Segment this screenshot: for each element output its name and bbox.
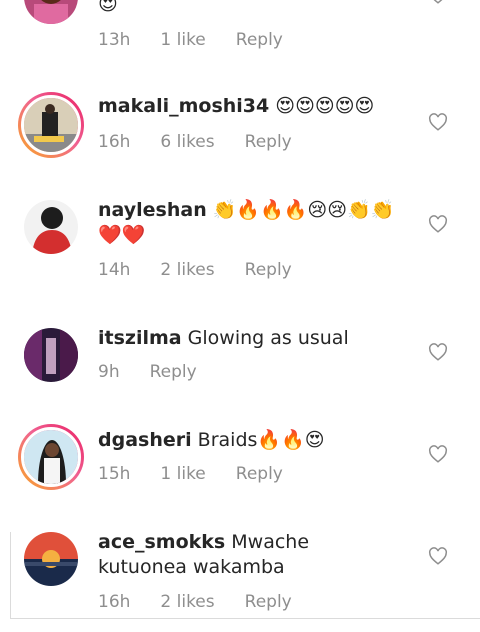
avatar[interactable] (24, 0, 78, 24)
comment-time: 14h (98, 260, 131, 280)
comment-likes[interactable]: 2 likes (160, 592, 214, 612)
avatar[interactable] (24, 200, 78, 254)
comment-username[interactable]: dgasheri (98, 429, 192, 451)
avatar-image (24, 328, 78, 382)
comment-time: 16h (98, 132, 131, 152)
heart-icon[interactable] (428, 113, 448, 131)
comment-likes[interactable]: 6 likes (160, 132, 214, 152)
comment-body: Glowing as usual (181, 327, 349, 349)
comment-likes[interactable]: 1 like (160, 30, 205, 50)
avatar-image (24, 98, 78, 152)
avatar-image (24, 0, 78, 24)
comment-username[interactable]: ace_smokks (98, 531, 225, 553)
comment-username[interactable]: itszilma (98, 327, 182, 349)
avatar-image (24, 532, 78, 586)
avatar-image (24, 430, 78, 484)
comment-text: ace_smokks Mwache kutuonea wakamba (98, 530, 398, 580)
comment-time: 13h (98, 30, 131, 50)
avatar[interactable] (24, 532, 78, 586)
comment-text: itszilma Glowing as usual (98, 326, 398, 351)
reply-button[interactable]: Reply (150, 362, 197, 382)
comment-text: dgasheri Braids🔥🔥😍 (98, 428, 398, 453)
comment-meta: 9h Reply (98, 362, 227, 382)
comment-likes[interactable]: 1 like (160, 464, 205, 484)
avatar[interactable] (18, 424, 84, 490)
comment-body: 😍😍😍😍😍 (269, 95, 375, 117)
comment-meta: 15h 1 like Reply (98, 464, 313, 484)
comment-emoji: 😍 (98, 0, 118, 15)
comment-username[interactable]: nayleshan (98, 199, 207, 221)
reply-button[interactable]: Reply (245, 260, 292, 280)
comment-meta: 16h 6 likes Reply (98, 132, 322, 152)
avatar-image (24, 200, 78, 254)
reply-button[interactable]: Reply (236, 30, 283, 50)
comment-time: 9h (98, 362, 120, 382)
heart-icon[interactable] (428, 0, 448, 4)
comment-text: nayleshan 👏🔥🔥🔥😢😢👏👏❤️❤️ (98, 198, 398, 248)
reply-button[interactable]: Reply (236, 464, 283, 484)
avatar[interactable] (18, 92, 84, 158)
heart-icon[interactable] (428, 343, 448, 361)
heart-icon[interactable] (428, 445, 448, 463)
comment-body: Braids🔥🔥😍 (191, 429, 325, 451)
divider (10, 618, 480, 619)
avatar[interactable] (24, 328, 78, 382)
comment-meta: 14h 2 likes Reply (98, 260, 322, 280)
reply-button[interactable]: Reply (245, 592, 292, 612)
reply-button[interactable]: Reply (245, 132, 292, 152)
heart-icon[interactable] (428, 215, 448, 233)
comment-text: makali_moshi34 😍😍😍😍😍 (98, 94, 398, 119)
comment-time: 15h (98, 464, 131, 484)
comment-username[interactable]: makali_moshi34 (98, 95, 269, 117)
heart-icon[interactable] (428, 547, 448, 565)
comment-time: 16h (98, 592, 131, 612)
divider (10, 532, 11, 618)
comment-meta: 13h 1 like Reply (98, 30, 313, 50)
comment-text: 😍 (98, 0, 398, 17)
comment-meta: 16h 2 likes Reply (98, 592, 322, 612)
comment-likes[interactable]: 2 likes (160, 260, 214, 280)
